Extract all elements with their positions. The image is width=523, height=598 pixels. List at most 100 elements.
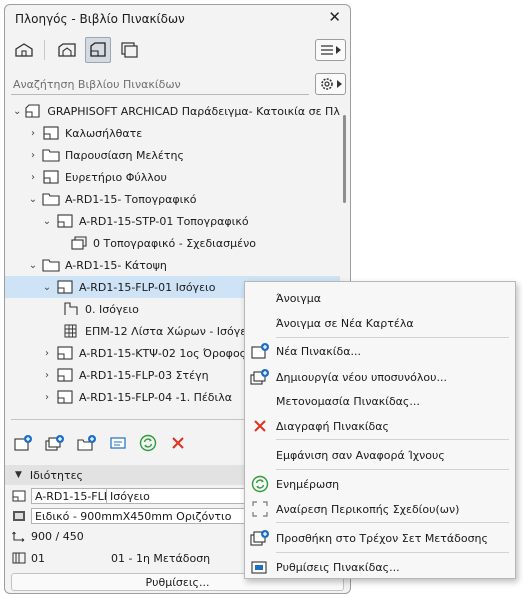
properties-button[interactable] (108, 433, 128, 453)
tree-item-root[interactable]: ⌄ GRAPHISOFT ARCHICAD Παράδειγμα- Κατοικ… (5, 100, 340, 122)
layout-icon (56, 213, 74, 229)
title-bar: Πλοηγός - Βιβλίο Πινακίδων ✕ (5, 5, 350, 33)
menu-item-label: Άνοιγμα σε Νέα Καρτέλα (276, 316, 414, 330)
tree-item-topographic-folder[interactable]: ⌄ A-RD1-15- Τοπογραφικό (5, 188, 340, 210)
tree-item-sheet-index[interactable]: › Ευρετήριο Φύλλου (5, 166, 340, 188)
chevron-down-icon[interactable]: ⌄ (27, 194, 39, 205)
chevron-right-icon[interactable]: › (41, 370, 53, 381)
delete-icon (172, 437, 184, 449)
revision-id: 01 (31, 551, 45, 565)
revision-name: 01 - 1η Μετάδοση (111, 551, 211, 565)
new-layout-button[interactable] (13, 433, 33, 453)
layout-settings-icon (249, 557, 271, 577)
tree-item-label: A-RD1-15-FLP-03 Στέγη (79, 368, 209, 382)
id-name-row: A-RD1-15-FLP Ισόγειο (11, 487, 267, 505)
id-card-icon (110, 437, 126, 449)
menu-item-label: Διαγραφή Πινακίδας (276, 419, 389, 433)
layout-book-button[interactable] (85, 37, 111, 63)
layout-name-field[interactable]: Ισόγειο (107, 488, 267, 504)
menu-item-open-new-tab[interactable]: Άνοιγμα σε Νέα Καρτέλα (245, 312, 515, 334)
layout-id-field[interactable]: A-RD1-15-FLP (31, 488, 107, 504)
tree-item-label: Παρουσίαση Μελέτης (65, 148, 184, 162)
floorplan-icon (62, 301, 80, 317)
new-subset-button[interactable] (45, 433, 65, 453)
tree-item-label: Ευρετήριο Φύλλου (65, 170, 167, 184)
drawing-icon (70, 235, 88, 251)
view-map-button[interactable] (54, 37, 80, 63)
tree-item-topographic-drawing[interactable]: 0 Τοπογραφικό - Σχεδιασμένο (5, 232, 340, 254)
folder-icon (42, 257, 60, 273)
menu-item-update[interactable]: Ενημέρωση (245, 473, 515, 495)
tree-item-welcome[interactable]: › Καλωσήλθατε (5, 122, 340, 144)
tree-item-label: A-RD1-15-ΚΤΨ-02 1ος Όροφος (79, 346, 247, 360)
paper-size-icon (11, 509, 27, 523)
menu-item-rename[interactable]: Μετονομασία Πινακίδας... (245, 390, 515, 412)
delete-button[interactable] (168, 433, 188, 453)
folder-icon (42, 191, 60, 207)
new-folder-button[interactable] (77, 433, 97, 453)
chevron-right-icon[interactable]: › (41, 348, 53, 359)
chevron-down-icon[interactable]: ⌄ (41, 216, 53, 227)
layout-icon (42, 169, 60, 185)
dimensions-row: 900 / 450 (11, 527, 84, 545)
window-title: Πλοηγός - Βιβλίο Πινακίδων (15, 12, 185, 26)
update-button[interactable] (138, 433, 158, 453)
new-subset-icon (249, 367, 271, 387)
chevron-down-icon[interactable]: ⌄ (27, 260, 39, 271)
chevron-right-icon[interactable]: › (27, 172, 39, 183)
chevron-down-icon[interactable]: ⌄ (41, 282, 53, 293)
menu-item-new-subset[interactable]: Δημιουργία νέου υποσυνόλου... (245, 366, 515, 388)
tree-item-label: 0. Ισόγειο (85, 302, 139, 316)
tree-item-presentation[interactable]: › Παρουσίαση Μελέτης (5, 144, 340, 166)
chevron-right-icon[interactable]: › (41, 392, 53, 403)
context-menu: Άνοιγμα Άνοιγμα σε Νέα Καρτέλα Νέα Πινακ… (244, 281, 516, 579)
folder-icon (42, 147, 60, 163)
menu-item-open[interactable]: Άνοιγμα (245, 287, 515, 309)
menu-item-label: Δημιουργία νέου υποσυνόλου... (276, 370, 447, 384)
tree-scrollbar[interactable] (343, 115, 346, 203)
gear-icon (321, 78, 333, 90)
caret-right-icon (336, 46, 341, 54)
layout-icon (56, 345, 74, 361)
tree-item-label: A-RD1-15-STP-01 Τοπογραφικό (79, 214, 249, 228)
tree-actions-toolbar (11, 433, 211, 453)
layout-icon (56, 367, 74, 383)
tree-item-floorplan-folder[interactable]: ⌄ A-RD1-15- Κάτοψη (5, 254, 340, 276)
layout-icon (42, 125, 60, 141)
menu-item-add-to-publisher-set[interactable]: Προσθήκη στο Τρέχον Σετ Μετάδοσης (245, 527, 515, 549)
tree-item-label: A-RD1-15-FLP-04 -1. Πέδιλα (79, 390, 233, 404)
search-input[interactable] (11, 75, 309, 95)
tree-item-stp-01[interactable]: ⌄ A-RD1-15-STP-01 Τοπογραφικό (5, 210, 340, 232)
hamburger-icon (321, 45, 333, 55)
navigator-toolbar (5, 37, 350, 67)
view-map-icon (58, 43, 76, 57)
menu-separator (276, 337, 509, 338)
settings-menu-button[interactable] (315, 73, 346, 95)
menu-item-show-as-trace[interactable]: Εμφάνιση σαν Αναφορά Ίχνους (245, 444, 515, 466)
palette-menu-button[interactable] (315, 39, 346, 61)
menu-item-label: Ενημέρωση (276, 477, 340, 491)
layout-book-icon (24, 103, 42, 119)
new-layout-icon (14, 435, 32, 451)
chevron-down-icon[interactable]: ⌄ (13, 106, 21, 117)
menu-separator (276, 439, 509, 440)
publisher-sets-button[interactable] (116, 37, 142, 63)
close-icon[interactable]: ✕ (328, 10, 341, 25)
menu-item-label: Μετονομασία Πινακίδας... (276, 394, 420, 408)
menu-item-label: Εμφάνιση σαν Αναφορά Ίχνους (276, 448, 445, 462)
toolbar-separator (44, 40, 45, 60)
tree-item-label: Καλωσήλθατε (65, 126, 143, 140)
menu-item-delete[interactable]: Διαγραφή Πινακίδας (245, 415, 515, 437)
project-map-button[interactable] (11, 37, 37, 63)
tree-item-label: A-RD1-15- Τοπογραφικό (65, 192, 197, 206)
menu-item-layout-settings[interactable]: Ρυθμίσεις Πινακίδας... (245, 556, 515, 578)
chevron-right-icon[interactable]: › (27, 150, 39, 161)
delete-icon (249, 416, 271, 436)
layout-icon (56, 279, 74, 295)
chevron-right-icon[interactable]: › (27, 128, 39, 139)
menu-item-uncrop[interactable]: Αναίρεση Περικοπής Σχεδίου(ων) (245, 498, 515, 520)
paper-size-select[interactable]: Ειδικό - 900mmX450mm Οριζόντιο (31, 508, 267, 524)
layout-icon (56, 389, 74, 405)
menu-item-new-layout[interactable]: Νέα Πινακίδα... (245, 340, 515, 362)
uncrop-icon (249, 499, 271, 519)
